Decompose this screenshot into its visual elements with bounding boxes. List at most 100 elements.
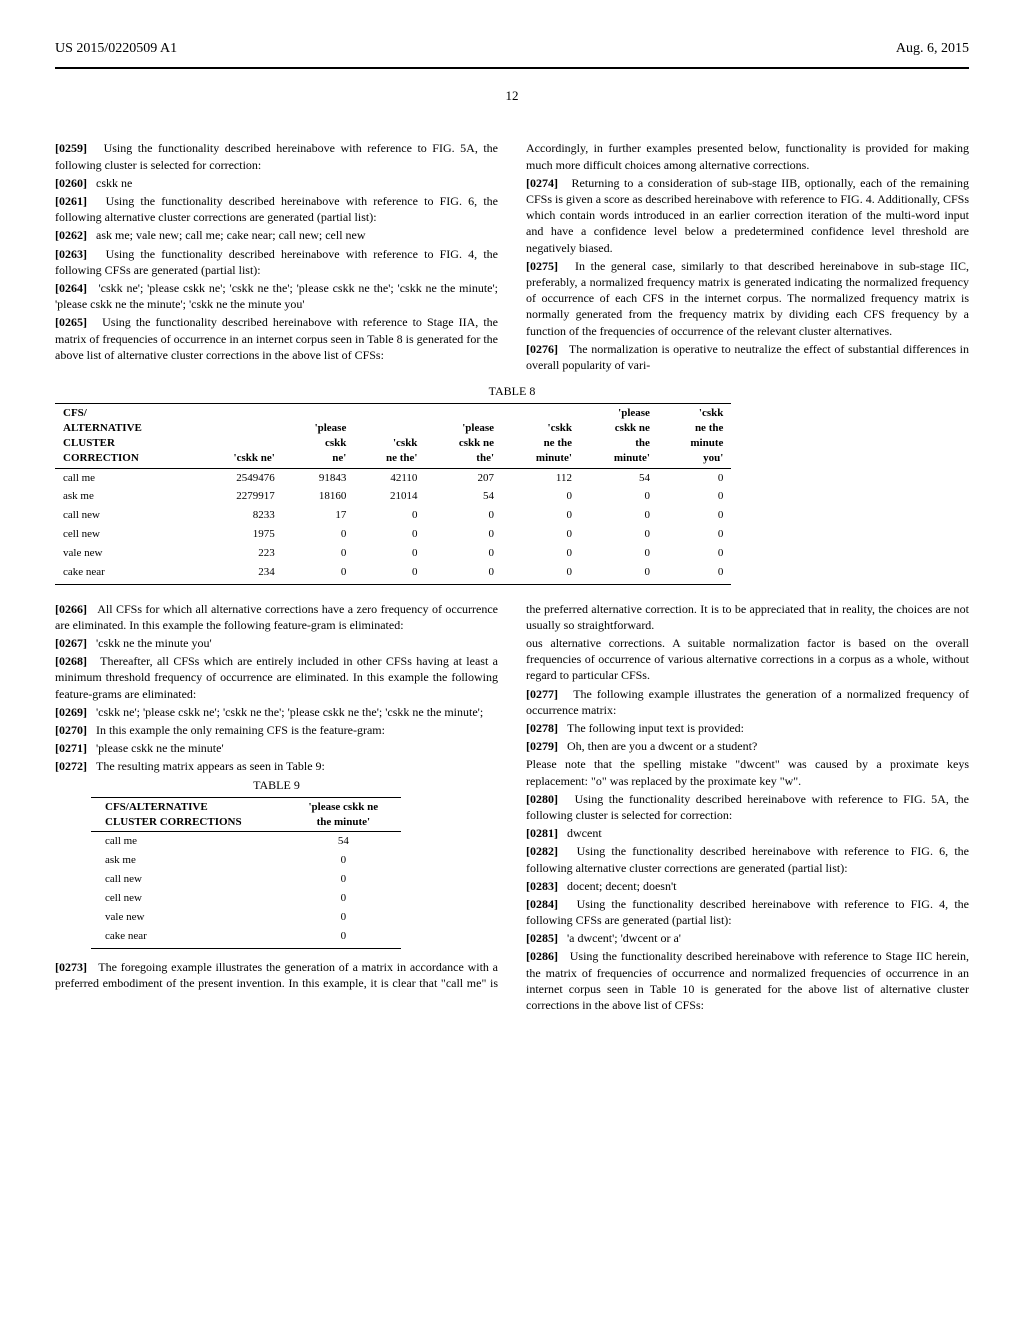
ref-0280: [0280] — [526, 792, 558, 806]
paragraph-0278: [0278] The following input text is provi… — [526, 720, 969, 736]
paragraph-0266: [0266] All CFSs for which all alternativ… — [55, 601, 498, 633]
table-9-body: call me54 ask me0 call new0 cell new0 va… — [91, 832, 401, 948]
ref-0281: [0281] — [526, 826, 558, 840]
paragraph-0269: [0269] 'cskk ne'; 'please cskk ne'; 'csk… — [55, 704, 498, 720]
ref-0278: [0278] — [526, 721, 558, 735]
text-0263: Using the functionality described herein… — [55, 247, 498, 277]
table-row: cake near0 — [91, 927, 401, 948]
table-row: call new0 — [91, 870, 401, 889]
ref-0259: [0259] — [55, 141, 87, 155]
text-0261: Using the functionality described herein… — [55, 194, 498, 224]
paragraph-0262: [0262] ask me; vale new; call me; cake n… — [55, 227, 498, 243]
table-row: call me54 — [91, 832, 401, 851]
ref-0279: [0279] — [526, 739, 558, 753]
table-row: vale new223000000 — [55, 544, 731, 563]
paragraph-0271: [0271] 'please cskk ne the minute' — [55, 740, 498, 756]
t8-h5: 'cskk ne the minute' — [502, 404, 580, 468]
header-rule — [55, 67, 969, 69]
table-9-grid: CFS/ALTERNATIVE CLUSTER CORRECTIONS 'ple… — [91, 797, 401, 949]
text-0282: Using the functionality described herein… — [526, 844, 969, 874]
ref-0271: [0271] — [55, 741, 87, 755]
table-9: TABLE 9 CFS/ALTERNATIVE CLUSTER CORRECTI… — [55, 777, 498, 949]
text-0259: Using the functionality described herein… — [55, 141, 498, 171]
continuation-ous: ous alternative corrections. A suitable … — [526, 635, 969, 684]
publication-date: Aug. 6, 2015 — [896, 40, 969, 59]
text-0267: 'cskk ne the minute you' — [96, 636, 212, 650]
paragraph-0279: [0279] Oh, then are you a dwcent or a st… — [526, 738, 969, 754]
text-0266: All CFSs for which all alternative corre… — [55, 602, 498, 632]
text-0271: 'please cskk ne the minute' — [96, 741, 224, 755]
text-0260: cskk ne — [96, 176, 132, 190]
table-row: ask me0 — [91, 851, 401, 870]
ref-0269: [0269] — [55, 705, 87, 719]
t8-h1: 'cskk ne' — [197, 404, 283, 468]
ref-0262: [0262] — [55, 228, 87, 242]
publication-number: US 2015/0220509 A1 — [55, 40, 177, 59]
paragraph-0275: [0275] In the general case, similarly to… — [526, 258, 969, 339]
t8-h6: 'please cskk ne the minute' — [580, 404, 658, 468]
text-0275: In the general case, similarly to that d… — [526, 259, 969, 338]
ref-0282: [0282] — [526, 844, 558, 858]
text-0279: Oh, then are you a dwcent or a student? — [567, 739, 757, 753]
text-0274: Returning to a consideration of sub-stag… — [526, 176, 969, 255]
paragraph-0286: [0286] Using the functionality described… — [526, 948, 969, 1013]
text-0264: 'cskk ne'; 'please cskk ne'; 'cskk ne th… — [55, 281, 498, 311]
paragraph-0260: [0260] cskk ne — [55, 175, 498, 191]
ref-0270: [0270] — [55, 723, 87, 737]
t8-h7: 'cskk ne the minute you' — [658, 404, 731, 468]
text-0276: The normalization is operative to neutra… — [526, 342, 969, 372]
paragraph-0261: [0261] Using the functionality described… — [55, 193, 498, 225]
paragraph-0259: [0259] Using the functionality described… — [55, 140, 498, 172]
text-0278: The following input text is provided: — [567, 721, 744, 735]
text-0283: docent; decent; doesn't — [567, 879, 676, 893]
paragraph-0282: [0282] Using the functionality described… — [526, 843, 969, 875]
text-0286: Using the functionality described herein… — [526, 949, 969, 1012]
paragraph-0272: [0272] The resulting matrix appears as s… — [55, 758, 498, 774]
page-number: 12 — [55, 87, 969, 105]
t9-h1: 'please cskk ne the minute' — [286, 797, 401, 832]
paragraph-0265: [0265] Using the functionality described… — [55, 314, 498, 363]
text-0277: The following example illustrates the ge… — [526, 687, 969, 717]
paragraph-0274: [0274] Returning to a consideration of s… — [526, 175, 969, 256]
ref-0283: [0283] — [526, 879, 558, 893]
table-row: call new82331700000 — [55, 506, 731, 525]
ref-0275: [0275] — [526, 259, 558, 273]
table-row: vale new0 — [91, 908, 401, 927]
text-0285: 'a dwcent'; 'dwcent or a' — [567, 931, 681, 945]
table-8-title: TABLE 8 — [55, 383, 969, 399]
paragraph-0283: [0283] docent; decent; doesn't — [526, 878, 969, 894]
table-row: cake near234000000 — [55, 563, 731, 584]
table-row: cell new1975000000 — [55, 525, 731, 544]
text-0280: Using the functionality described herein… — [526, 792, 969, 822]
text-0284: Using the functionality described herein… — [526, 897, 969, 927]
ref-0263: [0263] — [55, 247, 87, 261]
t8-h2: 'please cskk ne' — [283, 404, 355, 468]
ref-0265: [0265] — [55, 315, 87, 329]
paragraph-0277: [0277] The following example illustrates… — [526, 686, 969, 718]
ref-0268: [0268] — [55, 654, 87, 668]
two-column-body: [0259] Using the functionality described… — [55, 140, 969, 1013]
text-0269: 'cskk ne'; 'please cskk ne'; 'cskk ne th… — [96, 705, 483, 719]
text-0265: Using the functionality described herein… — [55, 315, 498, 361]
paragraph-0268: [0268] Thereafter, all CFSs which are en… — [55, 653, 498, 702]
t8-h4: 'please cskk ne the' — [425, 404, 502, 468]
text-0272: The resulting matrix appears as seen in … — [96, 759, 325, 773]
t8-h3: 'cskk ne the' — [354, 404, 425, 468]
page-header: US 2015/0220509 A1 Aug. 6, 2015 — [55, 40, 969, 59]
continuation-accordingly: Accordingly, in further examples present… — [526, 140, 969, 172]
paragraph-0267: [0267] 'cskk ne the minute you' — [55, 635, 498, 651]
paragraph-0280: [0280] Using the functionality described… — [526, 791, 969, 823]
text-0270: In this example the only remaining CFS i… — [96, 723, 385, 737]
text-0262: ask me; vale new; call me; cake near; ca… — [96, 228, 366, 242]
ref-0272: [0272] — [55, 759, 87, 773]
ref-0274: [0274] — [526, 176, 558, 190]
ref-0266: [0266] — [55, 602, 87, 616]
table-row: ask me2279917181602101454000 — [55, 487, 731, 506]
ref-0286: [0286] — [526, 949, 558, 963]
text-0268: Thereafter, all CFSs which are entirely … — [55, 654, 498, 700]
paragraph-0285: [0285] 'a dwcent'; 'dwcent or a' — [526, 930, 969, 946]
note-proximate-keys: Please note that the spelling mistake "d… — [526, 756, 969, 788]
t9-h0: CFS/ALTERNATIVE CLUSTER CORRECTIONS — [91, 797, 286, 832]
table-row: call me25494769184342110207112540 — [55, 468, 731, 487]
ref-0261: [0261] — [55, 194, 87, 208]
